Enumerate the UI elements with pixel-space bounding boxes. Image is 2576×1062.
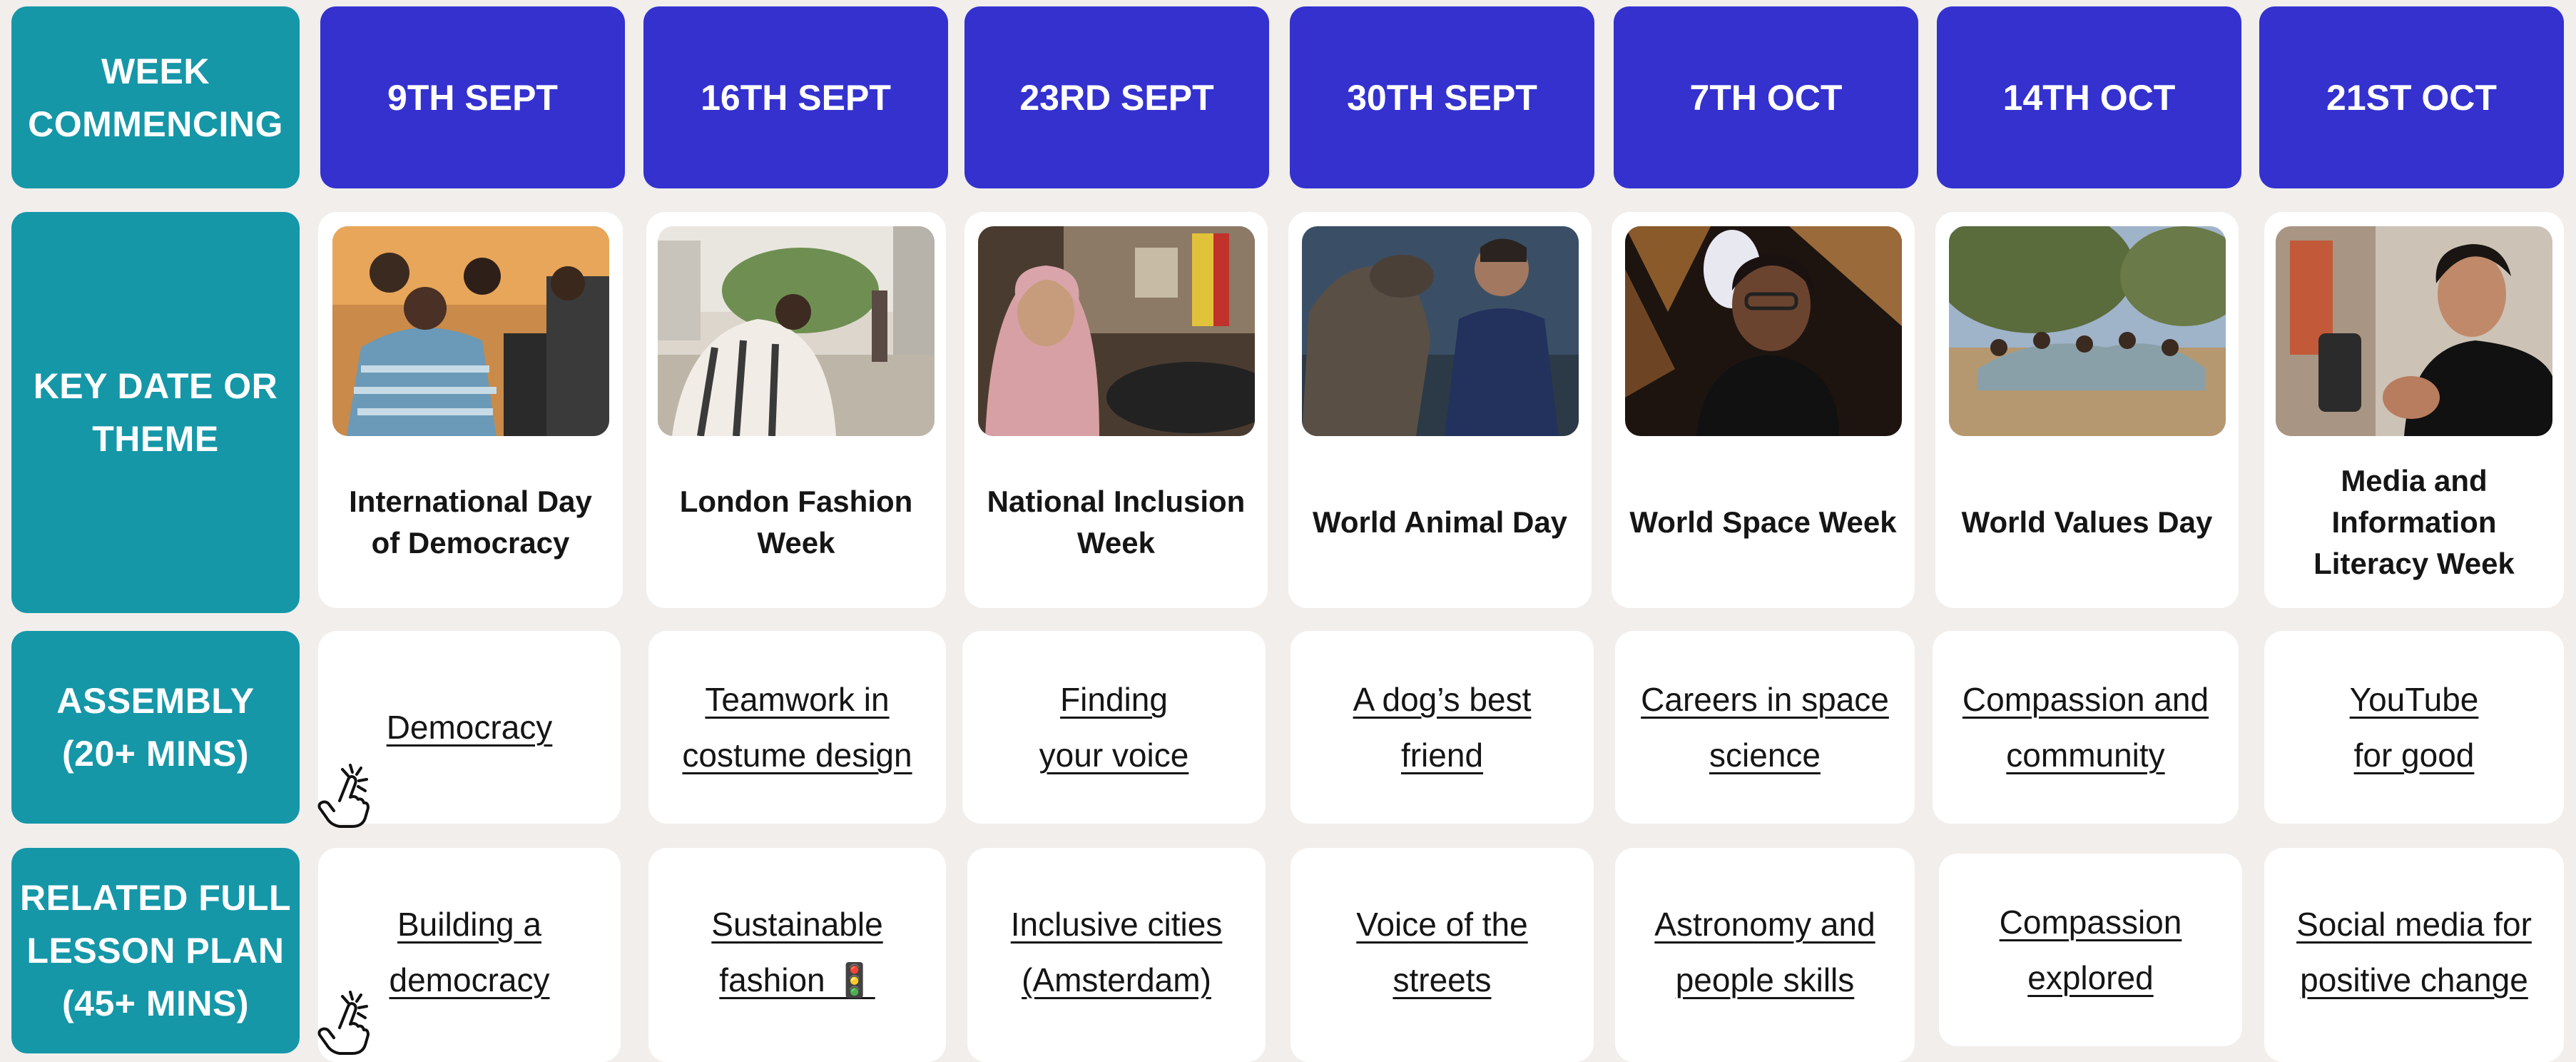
lesson-link[interactable]: Inclusive cities (Amsterdam) bbox=[1011, 896, 1223, 1008]
theme-card: World Space Week bbox=[1612, 212, 1915, 608]
lesson-link[interactable]: Social media for positive change bbox=[2296, 896, 2532, 1008]
theme-photo bbox=[658, 226, 935, 436]
lesson-link[interactable]: Compassion explored bbox=[2000, 894, 2182, 1006]
assembly-link[interactable]: A dog’s best friend bbox=[1353, 672, 1532, 783]
assembly-card: Finding your voice bbox=[962, 631, 1266, 824]
photo-fashion bbox=[658, 226, 935, 436]
theme-title: Media and Information Literacy Week bbox=[2313, 463, 2515, 580]
lesson-link[interactable]: Building a democracy bbox=[390, 896, 550, 1008]
photo-media bbox=[2276, 226, 2552, 436]
lesson-link[interactable]: Astronomy and people skills bbox=[1654, 896, 1875, 1008]
assembly-card: Careers in space science bbox=[1615, 631, 1915, 824]
week-header: 7TH OCT bbox=[1614, 6, 1918, 188]
theme-title: World Animal Day bbox=[1312, 505, 1568, 539]
photo-democracy bbox=[332, 226, 609, 436]
theme-photo bbox=[977, 226, 1255, 436]
theme-card: World Animal Day bbox=[1288, 212, 1592, 608]
assembly-card: Compassion and community bbox=[1933, 631, 2239, 824]
theme-photo bbox=[1948, 226, 2226, 436]
lesson-card: Voice of the streets bbox=[1290, 848, 1594, 1062]
lesson-link[interactable]: Voice of the streets bbox=[1356, 896, 1527, 1008]
photo-space bbox=[1624, 226, 1902, 436]
hand-pointer-icon bbox=[311, 758, 375, 829]
theme-card: International Day of Democracy bbox=[318, 212, 623, 608]
theme-card: National Inclusion Week bbox=[964, 212, 1268, 608]
theme-title: London Fashion Week bbox=[679, 484, 913, 560]
theme-photo bbox=[2276, 226, 2552, 436]
theme-photo bbox=[1301, 226, 1579, 436]
lesson-card: Inclusive cities (Amsterdam) bbox=[967, 848, 1266, 1062]
theme-title: World Space Week bbox=[1629, 505, 1897, 539]
assembly-card: Teamwork in costume design bbox=[648, 631, 946, 824]
photo-animal bbox=[1301, 226, 1579, 436]
week-header: 21ST OCT bbox=[2259, 6, 2564, 188]
theme-card: World Values Day bbox=[1935, 212, 2239, 608]
theme-title: International Day of Democracy bbox=[349, 484, 592, 560]
assembly-card: A dog’s best friend bbox=[1290, 631, 1594, 824]
assembly-link[interactable]: Teamwork in costume design bbox=[682, 672, 912, 783]
row-label-assembly: ASSEMBLY (20+ MINS) bbox=[11, 631, 300, 824]
week-header: 9TH SEPT bbox=[320, 6, 625, 188]
row-label-lesson: RELATED FULL LESSON PLAN (45+ MINS) bbox=[11, 848, 300, 1053]
assembly-card: YouTube for good bbox=[2264, 631, 2564, 824]
lesson-card: Astronomy and people skills bbox=[1615, 848, 1915, 1062]
assembly-link[interactable]: Compassion and community bbox=[1962, 672, 2209, 783]
lesson-link[interactable]: Sustainable fashion 🚦 bbox=[711, 896, 882, 1008]
hand-pointer-icon bbox=[311, 985, 375, 1056]
lesson-card: Social media for positive change bbox=[2264, 848, 2564, 1062]
week-header: 16TH SEPT bbox=[643, 6, 948, 188]
theme-card: Media and Information Literacy Week bbox=[2264, 212, 2564, 608]
row-label-theme: KEY DATE OR THEME bbox=[11, 212, 300, 613]
assembly-link[interactable]: Democracy bbox=[387, 699, 553, 755]
theme-photo bbox=[332, 226, 609, 436]
photo-values bbox=[1948, 226, 2226, 436]
calendar-grid: WEEK COMMENCING KEY DATE OR THEME ASSEMB… bbox=[0, 0, 2576, 1062]
week-header: 23RD SEPT bbox=[964, 6, 1269, 188]
assembly-link[interactable]: Careers in space science bbox=[1641, 672, 1889, 783]
assembly-link[interactable]: Finding your voice bbox=[1039, 672, 1189, 783]
week-header: 30TH SEPT bbox=[1290, 6, 1594, 188]
lesson-card: Sustainable fashion 🚦 bbox=[648, 848, 946, 1062]
theme-card: London Fashion Week bbox=[646, 212, 946, 608]
row-label-week: WEEK COMMENCING bbox=[11, 6, 300, 188]
theme-title: World Values Day bbox=[1961, 505, 2213, 539]
assembly-link[interactable]: YouTube for good bbox=[2350, 672, 2479, 783]
theme-photo bbox=[1624, 226, 1902, 436]
photo-inclusion bbox=[977, 226, 1255, 436]
theme-title: National Inclusion Week bbox=[987, 484, 1246, 560]
week-header: 14TH OCT bbox=[1937, 6, 2241, 188]
lesson-card: Compassion explored bbox=[1939, 854, 2242, 1046]
